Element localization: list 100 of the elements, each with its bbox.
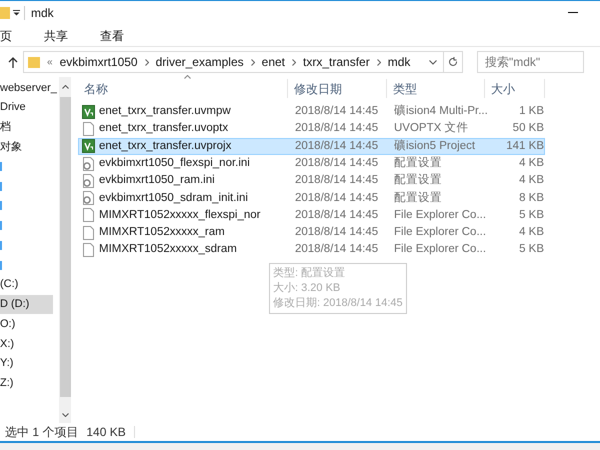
modified-date: 2018/8/14 14:45 (294, 242, 380, 258)
folder-icon (0, 6, 10, 20)
file-size: 5 KB (518, 208, 544, 223)
breadcrumb[interactable]: driver_examples (156, 53, 244, 71)
file-icon (82, 226, 95, 240)
modified-date: 2018/8/14 14:45 (294, 138, 380, 154)
chevron-icon (144, 58, 149, 66)
scroll-down-icon[interactable] (62, 413, 68, 417)
ribbon-tab[interactable]: 查看 (98, 26, 126, 44)
file-row[interactable]: evkbimxrt1050_flexspi_nor.ini 2018/8/14 14:45 配置设置 4 KB (78, 154, 545, 172)
file-size: 4 KB (518, 225, 544, 240)
nav-item[interactable]: Drive (0, 98, 53, 118)
modified-date: 2018/8/14 14:45 (294, 173, 380, 188)
file-size: 5 KB (518, 242, 544, 258)
nav-item[interactable]: X:) (0, 334, 53, 354)
column-header[interactable]: 修改日期 (288, 79, 387, 98)
breadcrumb[interactable]: enet (262, 53, 286, 71)
file-icon (82, 122, 95, 136)
address-bar[interactable]: « evkbimxrt1050 driver_examples enet txrx_transfer mdk (23, 51, 463, 73)
settings-file-icon (82, 156, 95, 171)
up-arrow-icon[interactable] (8, 56, 18, 68)
minimize-icon[interactable] (568, 12, 578, 14)
window-title: mdk (31, 5, 54, 22)
modified-date: 2018/8/14 14:45 (294, 225, 380, 240)
ribbon-tab[interactable]: 共享 (42, 26, 70, 44)
column-header[interactable]: 大小 (485, 79, 545, 98)
file-row[interactable]: MIMXRT1052xxxxx_ram 2018/8/14 14:45 File Explorer Co... 4 KB (78, 224, 545, 242)
file-type: File Explorer Co... (393, 225, 488, 240)
file-row[interactable]: enet_txrx_transfer.uvprojx 2018/8/14 14:45 礦ision5 Project 141 KB (78, 138, 545, 155)
chevron-icon (376, 58, 381, 66)
tooltip-line: 修改日期: 2018/8/14 14:45 (273, 296, 403, 311)
scrollbar-thumb[interactable] (60, 97, 70, 397)
nav-item[interactable]: 对象 (0, 137, 53, 157)
file-size: 1 KB (518, 104, 544, 120)
file-type: File Explorer Co... (393, 242, 488, 258)
nav-item[interactable]: D (D:) (0, 294, 53, 314)
status-text: 选中 1 个项目 (5, 424, 78, 441)
breadcrumb[interactable]: mdk (388, 53, 410, 71)
chevron-icon (250, 58, 255, 66)
refresh-icon[interactable] (448, 57, 458, 67)
nav-item[interactable]: O:) (0, 314, 53, 334)
sort-icon (184, 75, 191, 79)
settings-file-icon (82, 174, 95, 188)
file-name: evkbimxrt1050_flexspi_nor.ini (99, 156, 251, 171)
file-type: 礦ision4 Multi-Pr... (393, 104, 489, 120)
breadcrumb[interactable]: evkbimxrt1050 (60, 53, 138, 71)
file-name: enet_txrx_transfer.uvoptx (99, 121, 230, 136)
file-row[interactable]: evkbimxrt1050_sdram_init.ini 2018/8/14 14:45 配置设置 8 KB (78, 189, 545, 207)
file-row[interactable]: enet_txrx_transfer.uvmpw 2018/8/14 14:45 礦ision4 Multi-Pr... 1 KB (78, 103, 545, 120)
file-name: MIMXRT1052xxxxx_sdram (99, 242, 238, 258)
file-size: 141 KB (505, 138, 544, 154)
tooltip-line: 大小: 3.20 KB (273, 281, 342, 296)
scroll-up-icon[interactable] (62, 85, 68, 89)
file-name: evkbimxrt1050_sdram_init.ini (99, 190, 249, 206)
breadcrumb[interactable]: txrx_transfer (303, 53, 370, 71)
file-type: 礦ision5 Project (393, 138, 476, 154)
modified-date: 2018/8/14 14:45 (294, 121, 380, 136)
modified-date: 2018/8/14 14:45 (294, 208, 380, 223)
status-text: 140 KB (86, 424, 126, 441)
file-name: enet_txrx_transfer.uvprojx (99, 138, 232, 154)
folder-icon (28, 56, 40, 68)
file-name: MIMXRT1052xxxxx_ram (99, 225, 226, 240)
file-size: 4 KB (518, 156, 544, 171)
nav-item[interactable]: 档 (0, 117, 53, 138)
overflow-chevron[interactable]: « (47, 54, 53, 70)
file-size: 8 KB (518, 190, 544, 206)
dropdown-icon[interactable] (13, 10, 20, 16)
file-name: evkbimxrt1050_ram.ini (99, 173, 216, 188)
file-type: File Explorer Co... (393, 208, 488, 223)
nav-item[interactable]: Z:) (0, 373, 53, 393)
file-size: 4 KB (518, 173, 544, 188)
modified-date: 2018/8/14 14:45 (294, 104, 380, 120)
file-type: 配置设置 (393, 190, 443, 206)
tooltip-line: 类型: 配置设置 (273, 266, 346, 281)
file-row[interactable]: enet_txrx_transfer.uvoptx 2018/8/14 14:45 UVOPTX 文件 50 KB (78, 120, 545, 138)
column-header[interactable]: 类型 (387, 79, 485, 98)
file-icon (82, 208, 95, 222)
file-icon (82, 243, 95, 258)
file-row[interactable]: evkbimxrt1050_ram.ini 2018/8/14 14:45 配置设置 4 KB (78, 172, 545, 190)
project-file-icon (82, 139, 95, 154)
file-name: enet_txrx_transfer.uvmpw (99, 104, 232, 120)
settings-file-icon (82, 191, 95, 206)
file-name: MIMXRT1052xxxxx_flexspi_nor (99, 208, 262, 223)
scrollbar[interactable] (59, 77, 71, 423)
file-row[interactable]: MIMXRT1052xxxxx_sdram 2018/8/14 14:45 File Explorer Co... 5 KB (78, 241, 545, 259)
chevron-icon (292, 58, 296, 66)
search-field[interactable]: 搜索"mdk" (477, 51, 584, 73)
file-type: UVOPTX 文件 (393, 120, 470, 136)
modified-date: 2018/8/14 14:45 (294, 156, 380, 171)
nav-item[interactable]: (C:) (0, 274, 53, 295)
file-type: 配置设置 (393, 172, 443, 188)
file-row[interactable]: MIMXRT1052xxxxx_flexspi_nor 2018/8/14 14:45 File Explorer Co... 5 KB (78, 206, 545, 224)
ribbon-tab[interactable]: 页 (0, 26, 14, 44)
modified-date: 2018/8/14 14:45 (294, 190, 380, 206)
file-type: 配置设置 (393, 156, 443, 171)
file-size: 50 KB (512, 121, 544, 136)
project-file-icon (82, 104, 95, 119)
dropdown-icon[interactable] (429, 60, 437, 64)
column-header[interactable]: 名称 (78, 79, 288, 98)
nav-item[interactable]: Y:) (0, 354, 53, 374)
